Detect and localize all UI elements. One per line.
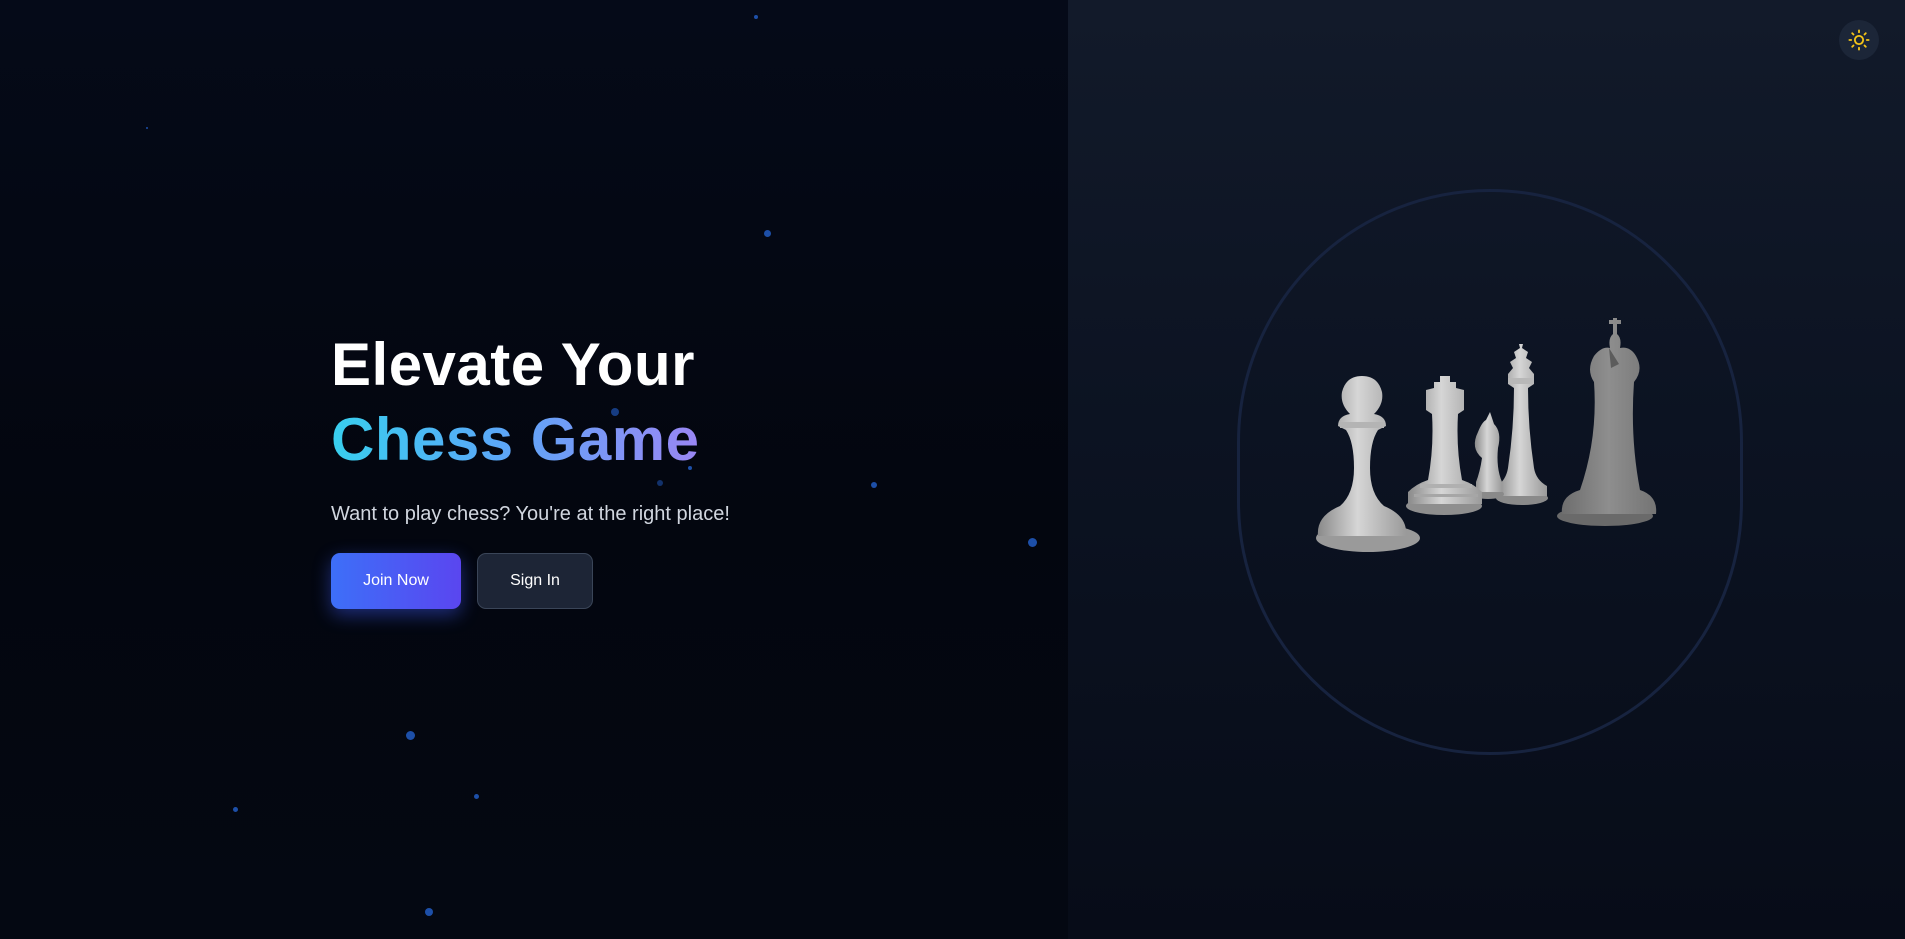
hero-section: Elevate Your Chess Game Want to play che… bbox=[331, 327, 730, 609]
queen-piece bbox=[1496, 344, 1548, 505]
pawn-piece bbox=[1316, 376, 1420, 552]
headline-line-1: Elevate Your bbox=[331, 331, 695, 398]
background-particle bbox=[1028, 538, 1037, 547]
background-particle bbox=[233, 807, 238, 812]
left-panel: Elevate Your Chess Game Want to play che… bbox=[0, 0, 1068, 939]
sign-in-button[interactable]: Sign In bbox=[477, 553, 593, 609]
hero-actions: Join Now Sign In bbox=[331, 553, 730, 609]
theme-toggle-button[interactable] bbox=[1839, 20, 1879, 60]
king-piece bbox=[1557, 318, 1657, 526]
background-particle bbox=[406, 731, 415, 740]
landing-page: Elevate Your Chess Game Want to play che… bbox=[0, 0, 1905, 939]
background-particle bbox=[425, 908, 433, 916]
rook-piece bbox=[1406, 376, 1482, 515]
page-title: Elevate Your Chess Game bbox=[331, 327, 730, 477]
join-now-button[interactable]: Join Now bbox=[331, 553, 461, 609]
background-particle bbox=[146, 127, 148, 129]
tagline: Want to play chess? You're at the right … bbox=[331, 503, 730, 525]
headline-line-2: Chess Game bbox=[331, 402, 700, 477]
background-particle bbox=[764, 230, 771, 237]
background-particle bbox=[871, 482, 877, 488]
knight-piece bbox=[1472, 412, 1504, 499]
chess-pieces-illustration bbox=[1316, 318, 1657, 552]
background-particle bbox=[474, 794, 479, 799]
sun-icon bbox=[1848, 29, 1870, 51]
background-particle bbox=[754, 15, 758, 19]
